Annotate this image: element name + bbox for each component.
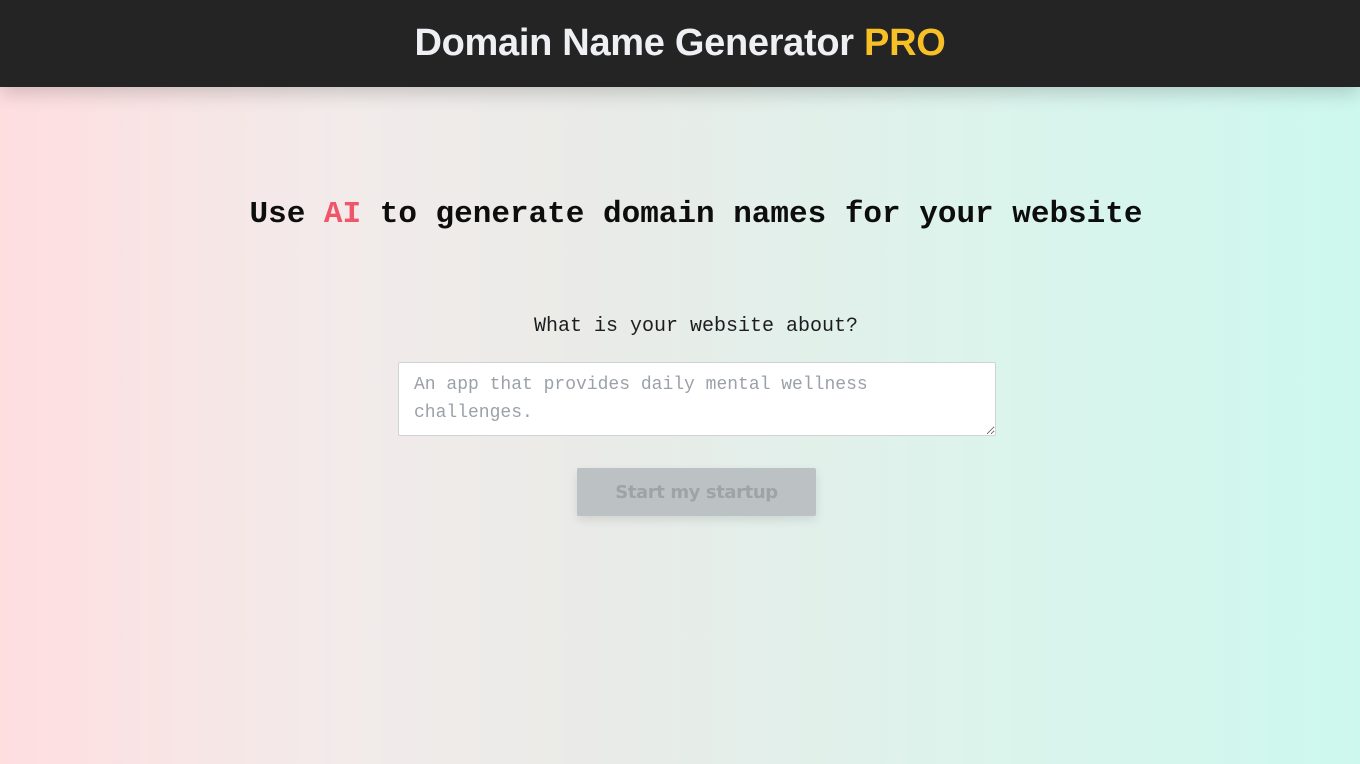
app-title-main: Domain Name Generator [414, 22, 855, 64]
hero-headline: Use AI to generate domain names for your… [0, 195, 1360, 235]
headline-before: Use [249, 197, 306, 232]
start-my-startup-button[interactable]: Start my startup [577, 468, 816, 516]
app-title-pro-badge: PRO [864, 22, 946, 64]
headline-after: to generate domain names for your websit… [379, 197, 1143, 232]
website-description-label: What is your website about? [533, 315, 859, 338]
website-description-input[interactable] [398, 362, 996, 436]
headline-ai-accent: AI [323, 197, 362, 232]
app-header: Domain Name Generator PRO [0, 0, 1360, 87]
app-title: Domain Name Generator PRO [415, 22, 946, 65]
